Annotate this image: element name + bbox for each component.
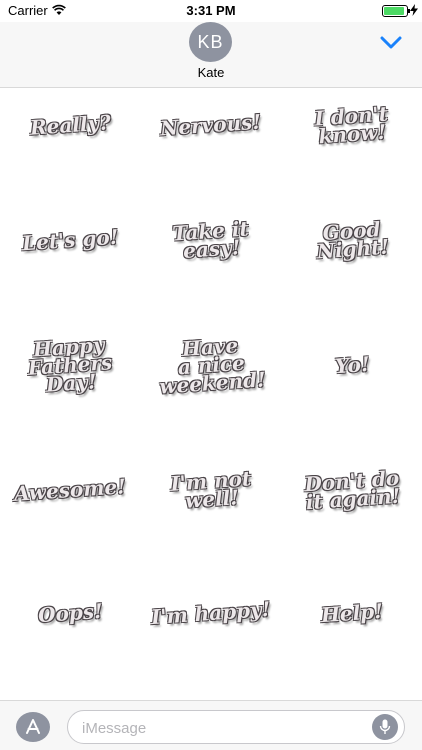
sticker-text: Oops! xyxy=(36,598,104,628)
sticker-yo[interactable]: Yo! xyxy=(282,330,422,400)
message-field[interactable] xyxy=(67,710,405,744)
sticker-text: Don't do it again! xyxy=(303,465,401,515)
charging-bolt-icon xyxy=(410,4,418,16)
microphone-icon xyxy=(379,719,391,734)
sticker-text: Yo! xyxy=(333,351,371,379)
sticker-im-not-well[interactable]: I'm not well! xyxy=(141,455,281,525)
sticker-text: Good Night! xyxy=(315,217,390,264)
sticker-text: I'm not well! xyxy=(169,466,252,513)
sticker-happy-fathers-day[interactable]: Happy Fathers Day! xyxy=(0,330,140,400)
sticker-text: I'm happy! xyxy=(150,596,272,630)
sticker-text: Nervous! xyxy=(159,109,263,141)
sticker-im-happy[interactable]: I'm happy! xyxy=(141,578,281,648)
message-input[interactable] xyxy=(82,718,362,738)
message-input-bar xyxy=(0,700,422,750)
sticker-text: Happy Fathers Day! xyxy=(27,332,113,397)
status-bar: Carrier 3:31 PM xyxy=(0,0,422,22)
sticker-text: Help! xyxy=(320,598,384,628)
sticker-good-night[interactable]: Good Night! xyxy=(282,205,422,275)
avatar-initials: KB xyxy=(197,31,224,52)
avatar[interactable]: KB xyxy=(189,22,232,62)
app-store-icon xyxy=(26,719,40,734)
sticker-text: Have a nice weekend! xyxy=(158,333,267,399)
sticker-text: Awesome! xyxy=(13,474,127,506)
sticker-text: Really? xyxy=(28,110,112,140)
sticker-oops[interactable]: Oops! xyxy=(0,578,140,648)
microphone-button[interactable] xyxy=(372,714,398,740)
sticker-nervous[interactable]: Nervous! xyxy=(141,90,281,160)
conversation-header: KB Kate xyxy=(0,22,422,88)
sticker-have-a-nice-weekend[interactable]: Have a nice weekend! xyxy=(141,330,281,400)
sticker-really[interactable]: Really? xyxy=(0,90,140,160)
sticker-awesome[interactable]: Awesome! xyxy=(0,455,140,525)
sticker-dont-do-it-again[interactable]: Don't do it again! xyxy=(282,455,422,525)
sticker-text: Let's go! xyxy=(21,224,119,256)
sticker-text: Take it easy! xyxy=(171,216,250,263)
app-store-button[interactable] xyxy=(16,712,50,742)
sticker-help[interactable]: Help! xyxy=(282,578,422,648)
status-time: 3:31 PM xyxy=(186,3,236,18)
battery-icon xyxy=(382,5,410,17)
sticker-text: I don't know! xyxy=(313,101,389,149)
sticker-i-dont-know[interactable]: I don't know! xyxy=(282,90,422,160)
contact-name[interactable]: Kate xyxy=(0,65,422,80)
sticker-lets-go[interactable]: Let's go! xyxy=(0,205,140,275)
chevron-down-icon[interactable] xyxy=(380,36,402,50)
sticker-grid: Really? Nervous! I don't know! Let's go!… xyxy=(0,90,422,700)
sticker-take-it-easy[interactable]: Take it easy! xyxy=(141,205,281,275)
